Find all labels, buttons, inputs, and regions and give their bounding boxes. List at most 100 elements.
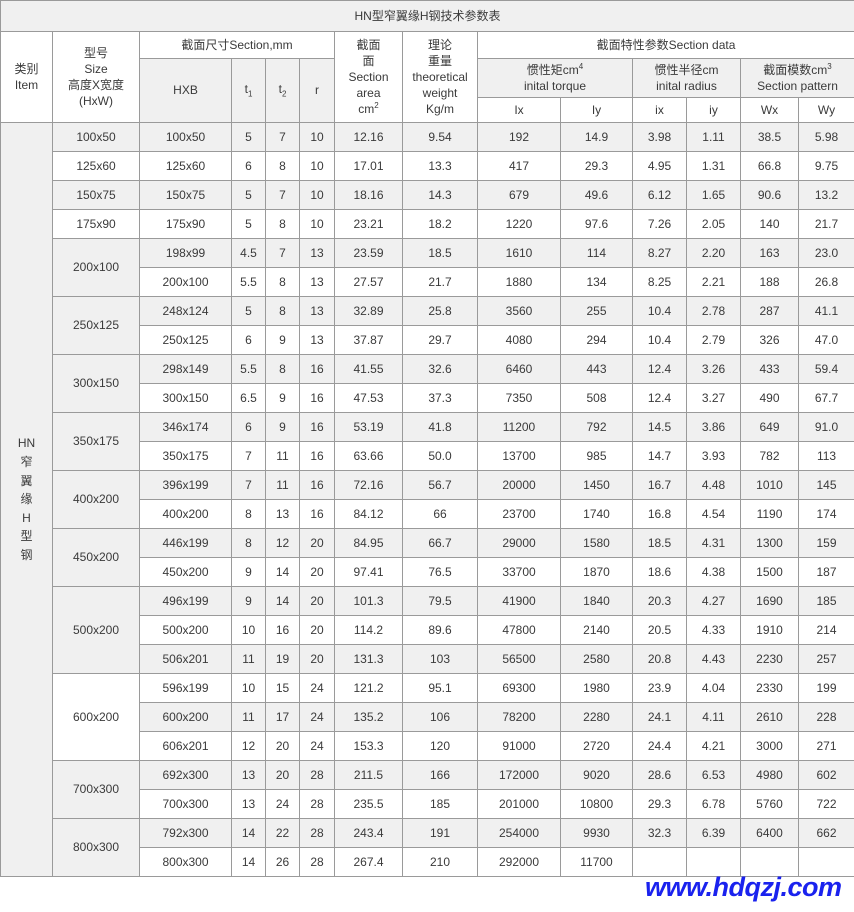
table-row: 600x200 596x199 10 15 24 121.2 95.1 69300 1980 23… [1, 673, 854, 761]
category-label-char: 缘 [20, 492, 33, 507]
cell-r: 16 [299, 412, 335, 442]
cell-t1: 6 [231, 151, 266, 181]
cell-ix: 7.26 [632, 209, 687, 239]
cell-Wy: 41.1 [797, 296, 854, 326]
header-item: 类别 Item [0, 31, 53, 123]
size-group-cell: 300x150 [52, 354, 140, 413]
cell-theoretical-weight: 18.2 [402, 209, 478, 239]
size-group-cell: 800x300 [52, 818, 140, 877]
cell-section-area: 211.5 [334, 760, 403, 790]
cell-hxb: 150x75 [139, 180, 232, 210]
cell-Wy: 21.7 [797, 209, 854, 239]
cell-theoretical-weight: 50.0 [402, 441, 478, 471]
cell-section-area: 114.2 [334, 615, 403, 645]
header-area-unit: cm2 [358, 101, 379, 117]
cell-Wx: 3000 [740, 731, 799, 761]
cell-iy: 6.39 [686, 818, 741, 848]
cell-section-area: 47.53 [334, 383, 403, 413]
cell-t2: 8 [265, 354, 300, 384]
cell-Ix: 20000 [477, 470, 561, 500]
cell-Wx: 1500 [740, 557, 799, 587]
cell-Iy: 294 [560, 325, 633, 355]
cell-section-area: 41.55 [334, 354, 403, 384]
cell-Wy: 113 [797, 441, 854, 471]
table-row: 175x90 175x90 5 8 10 23.21 18.2 1220 97.6 7.26 2.0… [1, 209, 854, 239]
cell-ix: 18.6 [632, 557, 687, 587]
header-area-l3: Section [348, 69, 389, 84]
cell-r: 10 [299, 122, 335, 152]
header-radius-en: inital radius [656, 79, 717, 93]
cell-t2: 13 [265, 499, 300, 529]
cell-theoretical-weight: 66.7 [402, 528, 478, 558]
cell-r: 20 [299, 528, 335, 558]
cell-section-area: 131.3 [334, 644, 403, 674]
cell-Ix: 4080 [477, 325, 561, 355]
cell-hxb: 506x201 [139, 644, 232, 674]
cell-section-area: 17.01 [334, 151, 403, 181]
cell-Iy: 1740 [560, 499, 633, 529]
cell-t1: 13 [231, 760, 266, 790]
cell-Iy: 9930 [560, 818, 633, 848]
cell-t2: 8 [265, 267, 300, 297]
cell-ix: 20.3 [632, 586, 687, 616]
cell-Wx: 2230 [740, 644, 799, 674]
header-weight-l1: 理论 [427, 37, 452, 52]
cell-r: 16 [299, 383, 335, 413]
cell-iy: 1.11 [686, 122, 741, 152]
cell-Wy: 5.98 [797, 122, 854, 152]
header-radius-cn: 惯性半径cm [654, 62, 719, 77]
cell-section-area: 243.4 [334, 818, 403, 848]
category-label-char: 翼 [20, 473, 33, 488]
cell-theoretical-weight: 191 [402, 818, 478, 848]
header-row-1: 类别 Item 型号 Size 高度X宽度 (HxW) 截面尺寸Section,… [0, 31, 854, 123]
cell-Wy: 187 [797, 557, 854, 587]
cell-hxb: 606x201 [139, 731, 232, 761]
category-label-char: 窄 [20, 455, 33, 470]
cell-t2: 22 [265, 818, 300, 848]
cell-section-area: 153.3 [334, 731, 403, 761]
cell-Iy: 134 [560, 267, 633, 297]
size-group-cell: 500x200 [52, 586, 140, 674]
cell-t2: 20 [265, 731, 300, 761]
cell-t2: 9 [265, 325, 300, 355]
cell-ix: 16.8 [632, 499, 687, 529]
cell-hxb: 500x200 [139, 615, 232, 645]
cell-t2: 17 [265, 702, 300, 732]
cell-ix: 20.8 [632, 644, 687, 674]
size-group-cell: 100x50 [52, 122, 140, 152]
table-row: HN 窄翼缘 H 型钢 100x50 100x50 5 7 10 12.16 9.54 192 14.9… [0, 122, 854, 877]
cell-t2: 8 [265, 209, 300, 239]
cell-Ix: 292000 [477, 847, 561, 877]
header-weight-l4: weight [422, 86, 458, 101]
cell-theoretical-weight: 120 [402, 731, 478, 761]
cell-ix: 12.4 [632, 354, 687, 384]
header-torque-cn: 惯性矩cm4 [526, 61, 584, 77]
cell-theoretical-weight: 79.5 [402, 586, 478, 616]
cell-theoretical-weight: 9.54 [402, 122, 478, 152]
cell-t2: 14 [265, 586, 300, 616]
cell-Wx: 66.8 [740, 151, 799, 181]
cell-theoretical-weight: 185 [402, 789, 478, 819]
cell-section-area: 101.3 [334, 586, 403, 616]
cell-Wx: 38.5 [740, 122, 799, 152]
cell-Iy: 1870 [560, 557, 633, 587]
cell-r: 24 [299, 731, 335, 761]
cell-theoretical-weight: 95.1 [402, 673, 478, 703]
cell-r: 20 [299, 615, 335, 645]
cell-Wy: 23.0 [797, 238, 854, 268]
cell-t2: 7 [265, 180, 300, 210]
cell-hxb: 175x90 [139, 209, 232, 239]
header-inital-radius: 惯性半径cm inital radius [632, 58, 741, 98]
cell-section-area: 23.59 [334, 238, 403, 268]
header-hxb: HXB [139, 58, 232, 123]
cell-hxb: 700x300 [139, 789, 232, 819]
cell-section-area: 84.12 [334, 499, 403, 529]
spec-table: HN型窄翼缘H钢技术参数表 类别 Item 型号 Size 高度X宽度 (HxW… [0, 0, 854, 877]
cell-section-area: 37.87 [334, 325, 403, 355]
cell-Ix: 192 [477, 122, 561, 152]
cell-section-area: 84.95 [334, 528, 403, 558]
category-label-char: H [22, 510, 31, 525]
cell-t1: 6.5 [231, 383, 266, 413]
cell-theoretical-weight: 106 [402, 702, 478, 732]
cell-r: 28 [299, 847, 335, 877]
